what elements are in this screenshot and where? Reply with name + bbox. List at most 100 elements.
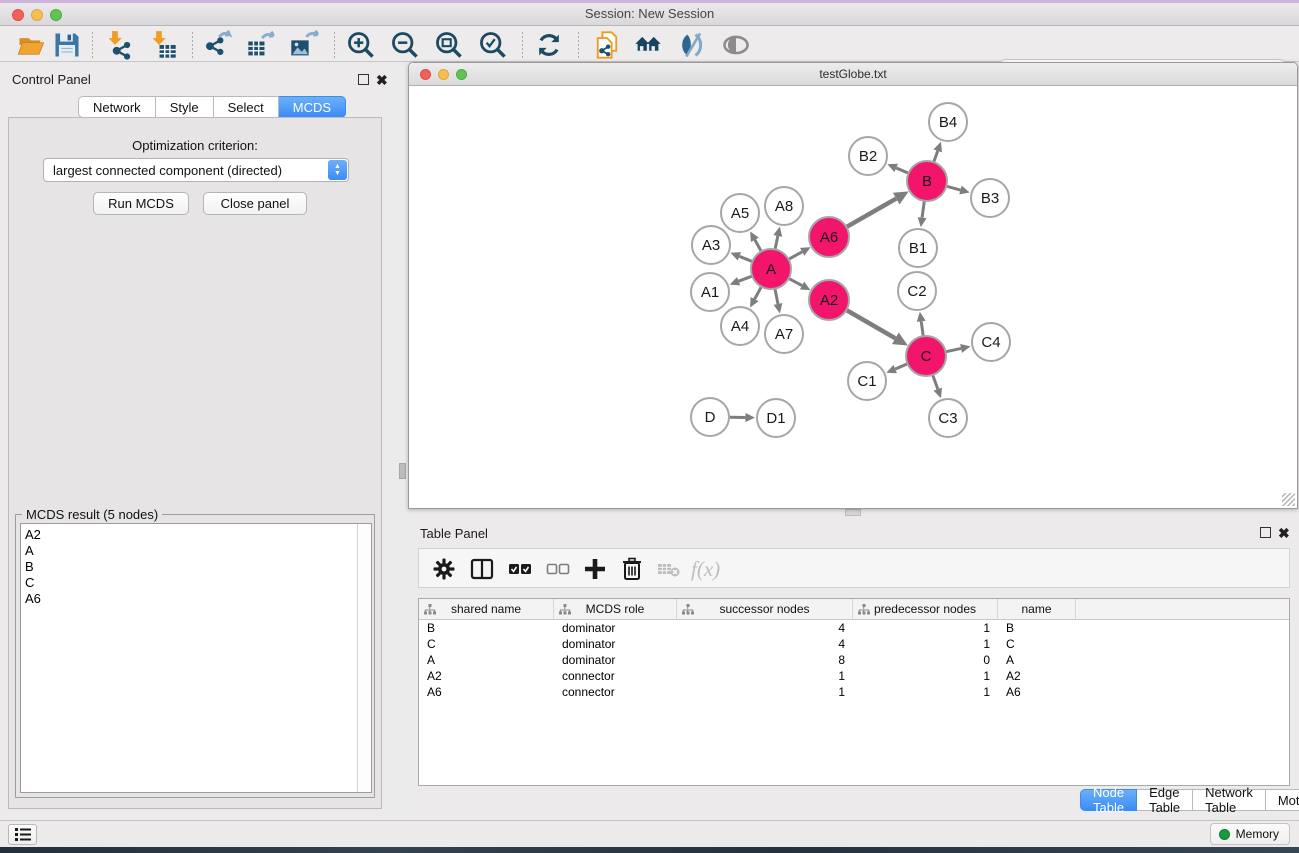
optimization-criterion-select[interactable]: largest connected component (directed) ▲… [43,158,349,182]
table-row[interactable]: Adominator80A [419,652,1289,668]
column-header-mcds-role[interactable]: MCDS role [554,599,677,619]
graph-edge-C-C3[interactable] [933,375,938,389]
run-mcds-button[interactable]: Run MCDS [93,192,189,215]
graph-edge-B-B1[interactable] [922,201,924,218]
graph-node-D[interactable]: D [691,398,729,436]
export-network-icon[interactable] [203,30,233,60]
column-header-predecessor-nodes[interactable]: predecessor nodes [853,599,998,619]
tab-network-table[interactable]: Network Table [1193,789,1266,811]
close-panel-button[interactable]: Close panel [203,192,307,215]
graph-edge-A-A6[interactable] [789,252,803,260]
tab-network[interactable]: Network [78,96,156,118]
close-panel-icon[interactable]: ✖ [376,72,388,89]
mcds-result-item[interactable]: A [25,543,371,559]
vertical-splitter-grip[interactable] [399,463,406,479]
column-header-successor-nodes[interactable]: successor nodes [677,599,853,619]
table-row[interactable]: A2connector11A2 [419,668,1289,684]
tab-select[interactable]: Select [214,96,279,118]
mcds-result-item[interactable]: A6 [25,591,371,607]
graph-node-C4[interactable]: C4 [972,323,1010,361]
zoom-selected-icon[interactable] [478,30,508,60]
select-all-icon[interactable] [507,556,533,582]
memory-button[interactable]: Memory [1210,823,1290,845]
apply-function-icon[interactable]: f(x) [691,557,735,583]
graph-node-C2[interactable]: C2 [898,272,936,310]
horizontal-splitter-grip[interactable] [845,509,861,516]
zoom-window-icon[interactable] [50,9,62,21]
import-network-icon[interactable] [104,30,134,60]
graph-node-B3[interactable]: B3 [971,179,1009,217]
minimize-network-icon[interactable] [438,69,449,80]
graph-node-B1[interactable]: B1 [899,229,937,267]
graph-node-B2[interactable]: B2 [849,137,887,175]
graph-edge-A6-B[interactable] [846,199,896,228]
show-graphics-details-icon[interactable] [721,30,751,60]
graph-edge-B-B2[interactable] [896,168,908,173]
zoom-network-icon[interactable] [456,69,467,80]
tab-mcds[interactable]: MCDS [279,96,346,118]
mcds-result-item[interactable]: C [25,575,371,591]
zoom-fit-icon[interactable] [434,30,464,60]
graph-edge-A-A4[interactable] [755,287,762,300]
first-neighbors-icon[interactable] [677,30,707,60]
table-row[interactable]: Cdominator41C [419,636,1289,652]
graph-node-C1[interactable]: C1 [848,362,886,400]
mcds-result-list[interactable]: A2ABCA6 [20,523,372,793]
node-table[interactable]: shared name MCDS role successor nodes pr… [418,598,1290,786]
graph-edge-C-C4[interactable] [946,348,962,351]
minimize-window-icon[interactable] [31,9,43,21]
graph-edge-B-B4[interactable] [934,151,938,162]
graph-node-A[interactable]: A [751,249,791,289]
graph-node-B[interactable]: B [907,161,947,201]
graph-edge-A-A1[interactable] [739,276,753,281]
graph-edge-A-A8[interactable] [775,236,778,249]
graph-node-D1[interactable]: D1 [757,399,795,437]
column-header-name[interactable]: name [998,599,1076,619]
show-task-history-button[interactable] [8,824,37,845]
new-network-from-selection-icon[interactable] [592,30,622,60]
float-table-panel-icon[interactable] [1260,527,1271,538]
network-graph-canvas[interactable]: B4B2BB3A5A8A6A3B1AA1C2A2A4A7C4CC1C3DD1 [409,86,1297,508]
save-icon[interactable] [52,30,82,60]
graph-node-A3[interactable]: A3 [692,226,730,264]
mcds-result-item[interactable]: A2 [25,527,371,543]
refresh-icon[interactable] [534,30,564,60]
close-network-icon[interactable] [420,69,431,80]
table-row[interactable]: Bdominator41B [419,620,1289,636]
zoom-out-icon[interactable] [390,30,420,60]
graph-node-A7[interactable]: A7 [765,315,803,353]
graph-node-A6[interactable]: A6 [809,217,849,257]
deselect-all-icon[interactable] [545,556,571,582]
graph-node-A1[interactable]: A1 [691,273,729,311]
import-table-icon[interactable] [148,30,178,60]
table-row[interactable]: A6connector11A6 [419,684,1289,700]
columns-icon[interactable] [469,556,495,582]
tab-edge-table[interactable]: Edge Table [1137,789,1193,811]
scrollbar-track[interactable] [357,524,371,792]
graph-node-A2[interactable]: A2 [809,280,849,320]
graph-node-B4[interactable]: B4 [929,103,967,141]
graph-node-C3[interactable]: C3 [929,399,967,437]
destroy-table-icon[interactable] [656,556,682,582]
settings-gear-icon[interactable] [431,556,457,582]
graph-node-A8[interactable]: A8 [765,187,803,225]
float-panel-icon[interactable] [358,74,369,85]
close-window-icon[interactable] [12,9,24,21]
graph-edge-C-C1[interactable] [895,364,907,369]
tab-motifs[interactable]: Motifs [1266,789,1299,811]
add-column-icon[interactable] [582,556,608,582]
close-table-panel-icon[interactable]: ✖ [1278,525,1290,542]
column-header-shared-name[interactable]: shared name [419,599,554,619]
export-image-icon[interactable] [289,30,319,60]
graph-edge-A-A7[interactable] [775,289,778,304]
graph-edge-A-A2[interactable] [789,278,802,285]
delete-column-icon[interactable] [619,556,645,582]
export-table-icon[interactable] [246,30,276,60]
graph-edge-A2-C[interactable] [846,310,895,338]
mcds-result-item[interactable]: B [25,559,371,575]
graph-node-A5[interactable]: A5 [721,194,759,232]
graph-node-C[interactable]: C [906,336,946,376]
network-window-titlebar[interactable]: testGlobe.txt [409,63,1297,86]
open-icon[interactable] [16,30,46,60]
tab-node-table[interactable]: Node Table [1080,789,1137,811]
